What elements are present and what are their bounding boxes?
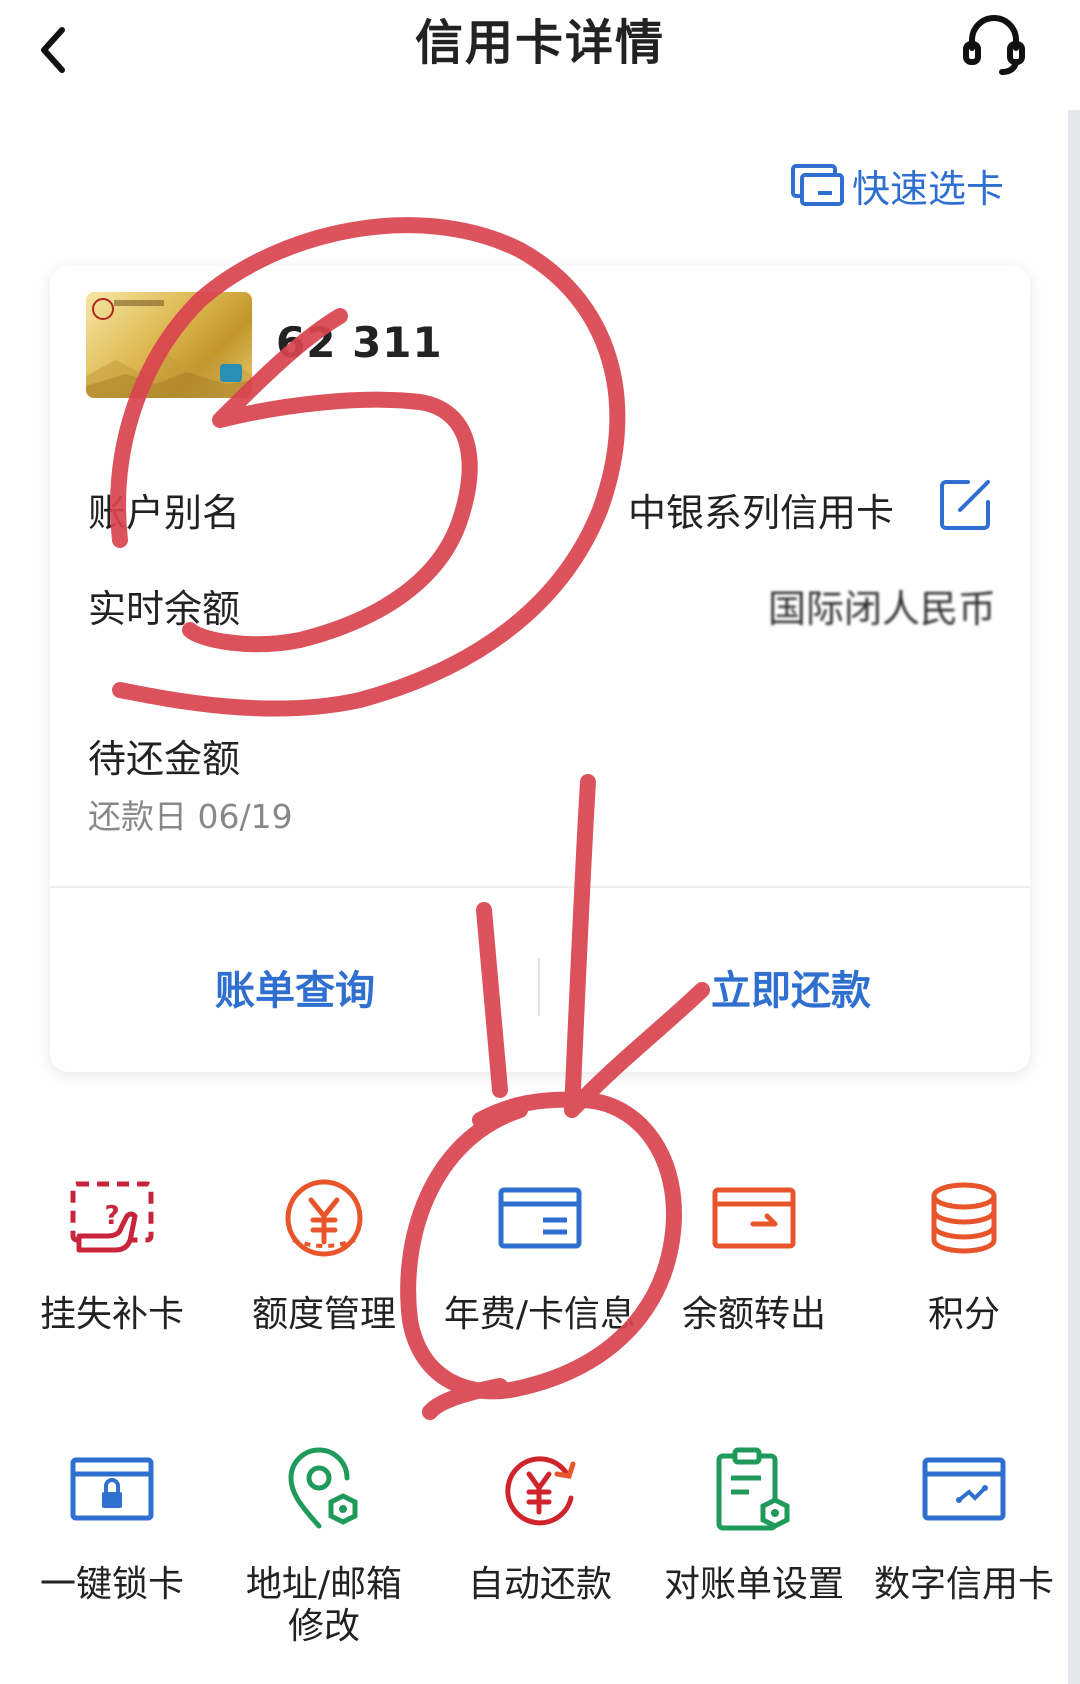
tile-label: 余额转出 — [681, 1294, 826, 1335]
alias-label: 账户别名 — [88, 491, 241, 535]
statement-settings-icon — [716, 1447, 790, 1531]
tile-label: 地址/邮箱 修改 — [245, 1564, 403, 1647]
tile-label: 额度管理 — [251, 1294, 396, 1335]
edit-icon — [940, 480, 990, 530]
auto-repay-icon — [505, 1456, 576, 1526]
credit-limit-tile[interactable]: 额度管理 — [216, 1176, 432, 1336]
balance-value: 国际闭人民币 — [767, 587, 996, 631]
points-icon — [931, 1182, 997, 1254]
due-amount-label: 待还金额 — [88, 737, 241, 781]
digital-card-icon — [922, 1457, 1006, 1521]
auto-repay-tile[interactable]: 自动还款 — [432, 1446, 648, 1606]
tile-label: 积分 — [927, 1294, 1000, 1335]
lost-card-icon: ? — [70, 1181, 154, 1253]
tile-label: 年费/卡信息 — [443, 1294, 637, 1335]
statement-settings-tile[interactable]: 对账单设置 — [646, 1446, 862, 1606]
pay-now-button[interactable]: 立即还款 — [646, 958, 936, 1016]
lock-card-icon — [70, 1457, 154, 1521]
credit-card-image[interactable] — [86, 292, 252, 398]
bill-query-button[interactable]: 账单查询 — [150, 958, 440, 1016]
card-info-tile[interactable]: 年费/卡信息 — [432, 1176, 648, 1336]
bank-logo-icon — [92, 298, 114, 320]
card-info-icon — [498, 1187, 582, 1249]
points-tile[interactable]: 积分 — [856, 1176, 1072, 1336]
balance-label: 实时余额 — [88, 587, 241, 631]
card-chip-icon — [220, 364, 242, 382]
credit-limit-icon — [285, 1179, 363, 1257]
action-separator — [538, 958, 540, 1016]
lock-card-tile[interactable]: 一键锁卡 — [4, 1446, 220, 1606]
tile-label: 一键锁卡 — [39, 1564, 184, 1605]
quick-select-label: 快速选卡 — [852, 166, 1005, 211]
svg-text:?: ? — [104, 1201, 119, 1231]
balance-transfer-icon — [712, 1187, 796, 1249]
tile-label: 挂失补卡 — [39, 1294, 184, 1335]
scrollbar[interactable] — [1068, 110, 1080, 1684]
tile-label: 对账单设置 — [663, 1564, 844, 1605]
address-edit-icon — [288, 1447, 358, 1529]
card-divider — [50, 886, 1030, 888]
digital-card-tile[interactable]: 数字信用卡 — [856, 1446, 1072, 1606]
page-title: 信用卡详情 — [414, 15, 665, 71]
headset-icon — [963, 15, 1025, 75]
customer-service-button[interactable] — [958, 8, 1030, 80]
tile-label: 数字信用卡 — [873, 1564, 1054, 1605]
tile-label: 自动还款 — [467, 1564, 612, 1605]
card-number: 62 311 — [276, 318, 443, 367]
balance-transfer-tile[interactable]: 余额转出 — [646, 1176, 862, 1336]
alias-value: 中银系列信用卡 — [627, 491, 894, 535]
due-date: 还款日 06/19 — [88, 797, 293, 836]
lost-card-tile[interactable]: ? 挂失补卡 — [4, 1176, 220, 1336]
quick-select-card-button[interactable]: 快速选卡 — [790, 160, 1005, 211]
card-switch-icon — [791, 164, 844, 206]
edit-alias-button[interactable] — [938, 476, 994, 532]
address-edit-tile[interactable]: 地址/邮箱 修改 — [216, 1446, 432, 1648]
